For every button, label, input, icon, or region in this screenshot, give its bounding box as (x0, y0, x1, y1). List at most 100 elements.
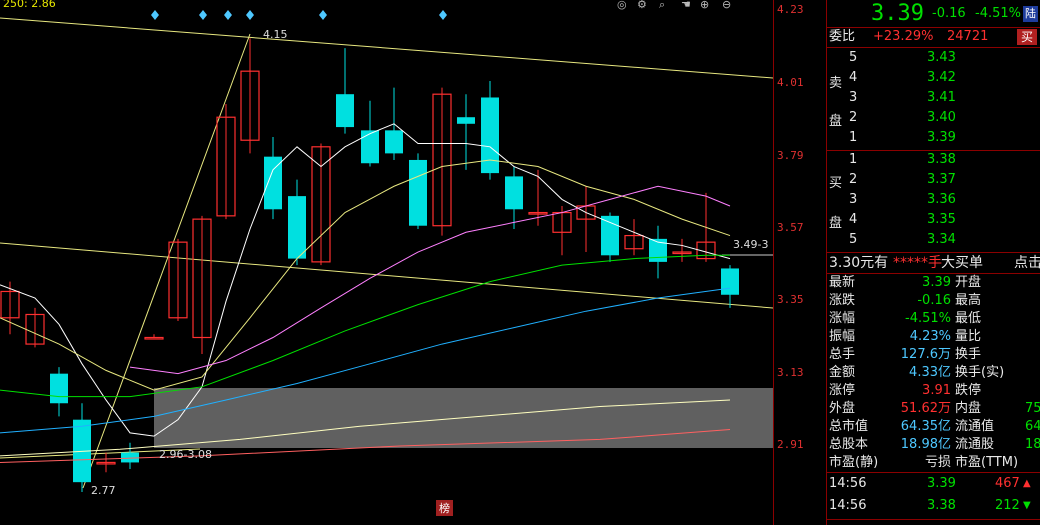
stat-label: 跌停 (955, 383, 982, 398)
stat-value: 亏损 (924, 455, 951, 470)
stats-row: 最新 3.39 开盘 (827, 274, 1040, 292)
candle-body (144, 336, 164, 340)
stats-row: 总手 127.6万 换手 (827, 346, 1040, 364)
hand-icon[interactable]: ☚ (681, 0, 691, 11)
kline-svg[interactable] (0, 0, 773, 525)
stat-label: 换手 (955, 347, 982, 362)
price-axis: 4.23 4.01 3.79 3.57 3.35 3.13 2.91 (773, 0, 826, 525)
big-order-price: 3.30元有 (829, 255, 889, 271)
y-tick: 3.35 (777, 293, 804, 306)
range-annotation: 2.96-3.08 (159, 448, 212, 461)
event-marker (439, 10, 447, 20)
event-marker (319, 10, 327, 20)
exchange-flag[interactable]: 陆 (1023, 6, 1038, 22)
settings-icon[interactable]: ⚙ (637, 0, 647, 11)
rank-badge[interactable]: 榜 (436, 500, 453, 516)
event-marker (224, 10, 232, 20)
level-number: 1 (849, 130, 858, 145)
buy-side-label: 盘 (829, 216, 843, 231)
big-order-row[interactable]: 3.30元有 *****手 大买单 点击 (827, 254, 1040, 272)
stat-label: 涨跌 (829, 293, 856, 308)
stats-row: 金额 4.33亿 换手(实) (827, 364, 1040, 382)
tick-time: 14:56 (829, 476, 867, 491)
trend-line (0, 17, 773, 79)
tick-price: 3.39 (927, 476, 956, 491)
stat-label: 流通值 (955, 419, 995, 434)
level-price: 3.37 (927, 172, 956, 187)
y-tick: 2.91 (777, 438, 804, 451)
divider (827, 252, 1040, 253)
ma10-line (0, 159, 731, 391)
candle-body (409, 159, 427, 226)
level-price: 3.35 (927, 212, 956, 227)
buy-button[interactable]: 买 (1017, 29, 1038, 45)
search-icon[interactable]: ⌕ (659, 0, 665, 12)
sell-side-label: 卖 (829, 76, 843, 91)
kline-chart[interactable]: 250: 2.86 4.15 2.77 2.96-3.08 3.49-3 榜 ◎… (0, 0, 773, 525)
event-marker (199, 10, 207, 20)
level-number: 5 (849, 50, 858, 65)
stat-label: 换手(实) (955, 365, 1005, 380)
quote-header: 3.39 -0.16 -4.51% 陆 (827, 2, 1040, 26)
low-price-annotation: 2.77 (91, 484, 116, 497)
y-tick: 3.57 (777, 221, 804, 234)
stats-row: 外盘 51.62万 内盘 75 (827, 400, 1040, 418)
stat-label: 振幅 (829, 329, 856, 344)
stat-label: 开盘 (955, 275, 982, 290)
quote-panel: 3.39 -0.16 -4.51% 陆 委比 +23.29% 24721 买 卖… (826, 0, 1040, 525)
stat-value: 3.91 (922, 383, 951, 398)
stat-label: 市盈(TTM) (955, 455, 1019, 470)
buy-side-label: 买 (829, 176, 843, 191)
big-order-volume: *****手 (893, 255, 942, 271)
ma30-line (0, 254, 730, 398)
right-line-annotation: 3.49-3 (733, 238, 769, 251)
stats-row: 总市值 64.35亿 流通值 64 (827, 418, 1040, 436)
arrow-down-icon: ▼ (1023, 500, 1031, 511)
level-number: 4 (849, 70, 858, 85)
stat-value: 75 (1025, 401, 1040, 416)
level-price: 3.36 (927, 192, 956, 207)
stats-row: 总股本 18.98亿 流通股 18 (827, 436, 1040, 454)
candle-body (264, 156, 282, 210)
tick-row[interactable]: 14:56 3.39 467 ▲ (827, 475, 1040, 493)
level-number: 5 (849, 232, 858, 247)
stats-row: 涨停 3.91 跌停 (827, 382, 1040, 400)
weibi-pct: +23.29% (873, 29, 934, 44)
big-order-label: 大买单 (941, 255, 983, 271)
stat-label: 最新 (829, 275, 856, 290)
level-price: 3.43 (927, 50, 956, 65)
level-number: 2 (849, 110, 858, 125)
stat-value: 127.6万 (900, 347, 951, 362)
stat-label: 市盈(静) (829, 455, 879, 470)
candle-body (385, 130, 403, 154)
zoom-out-icon[interactable]: ⊖ (722, 0, 731, 11)
y-tick: 4.01 (777, 76, 804, 89)
level-price: 3.39 (927, 130, 956, 145)
stat-value: 4.23% (909, 329, 951, 344)
level-price: 3.42 (927, 70, 956, 85)
zoom-in-icon[interactable]: ⊕ (700, 0, 709, 11)
last-price: 3.39 (871, 1, 924, 26)
level-price: 3.41 (927, 90, 956, 105)
y-tick: 3.79 (777, 149, 804, 162)
tick-row[interactable]: 14:56 3.38 212 ▼ (827, 497, 1040, 515)
price-change-pct: -4.51% (975, 6, 1021, 21)
candle-body (457, 117, 475, 124)
stat-label: 量比 (955, 329, 982, 344)
level-number: 4 (849, 212, 858, 227)
level-number: 3 (849, 90, 858, 105)
stats-row: 涨幅 -4.51% 最低 (827, 310, 1040, 328)
stat-value: 64.35亿 (900, 419, 951, 434)
divider (827, 519, 1040, 520)
ma-legend-label: 250: 2.86 (3, 0, 56, 10)
price-change: -0.16 (932, 6, 966, 21)
big-order-more-link[interactable]: 点击 (1014, 254, 1040, 272)
candle-body (50, 373, 68, 404)
weibi-row: 委比 +23.29% 24721 买 (827, 28, 1040, 46)
stat-value: 18.98亿 (900, 437, 951, 452)
tick-time: 14:56 (829, 498, 867, 513)
stat-label: 涨停 (829, 383, 856, 398)
target-icon[interactable]: ◎ (617, 0, 627, 11)
stat-label: 最高 (955, 293, 982, 308)
level-price: 3.38 (927, 152, 956, 167)
